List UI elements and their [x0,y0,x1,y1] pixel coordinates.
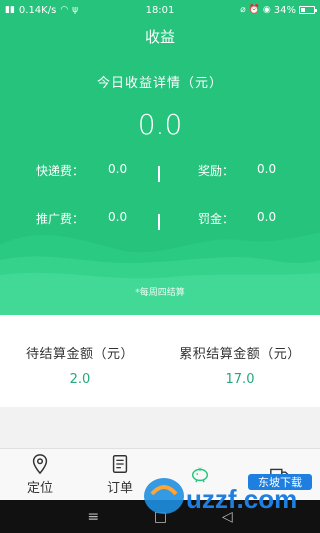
wifi-icon: ◠ [60,4,69,15]
settlement-note: *每周四结算 [135,288,185,298]
cumulative-value: 17.0 [225,372,255,387]
battery-fill [301,8,306,12]
today-total-value: 0.0 [137,108,183,141]
no-sim-icon: ⌀ [240,4,246,15]
menu-icon[interactable]: ≡ [87,509,99,525]
usb-icon: ψ [72,4,79,15]
courier-fee-value: 0.0 [108,162,128,176]
decorative-waves [0,233,320,315]
nav-label-orders: 订单 [106,481,133,496]
status-bar: ▮▮ 0.14K/s ◠ ψ 18:01 ⌀ ⏰ ◉ 34% [0,0,320,20]
status-left: ▮▮ 0.14K/s ◠ ψ [5,5,125,16]
pending-value: 2.0 [69,372,91,387]
earnings-hero: 收益 今日收益详情（元） 0.0 快递费： 0.0 奖励： 0.0 推广费： 0… [0,20,320,315]
status-time: 18:01 [145,4,175,16]
page-title: 收益 [144,28,175,46]
nav-label-location: 定位 [26,481,53,496]
cumulative-settlement[interactable]: 累积结算金额（元） 17.0 [160,315,320,407]
watermark-cn: 东坡下载 [258,476,302,489]
reward-value: 0.0 [257,162,277,176]
signal-icon: ▮▮ [5,4,15,15]
courier-fee-label: 快递费： [36,164,85,178]
reward-label: 奖励： [198,164,235,178]
pending-settlement[interactable]: 待结算金额（元） 2.0 [0,315,160,407]
eye-icon: ◉ [262,4,271,15]
status-right: ⌀ ⏰ ◉ 34% [195,4,317,16]
pending-label: 待结算金额（元） [25,347,134,362]
nav-item-location[interactable]: 定位 [0,449,80,500]
stat-row-1: 快递费： 0.0 奖励： 0.0 [0,162,320,186]
today-detail-title: 今日收益详情（元） [96,76,223,91]
watermark-logo: uzzf.com 东坡下载 [144,474,312,514]
battery-icon [299,6,317,14]
alarm-icon: ⏰ [248,4,260,15]
order-document-icon [112,455,128,473]
network-speed: 0.14K/s [18,4,57,16]
battery-percent: 34% [273,4,296,16]
settlement-panel: 待结算金额（元） 2.0 累积结算金额（元） 17.0 [0,315,320,407]
stat-separator [158,166,160,182]
cumulative-label: 累积结算金额（元） [179,347,301,362]
location-pin-icon [32,454,48,475]
